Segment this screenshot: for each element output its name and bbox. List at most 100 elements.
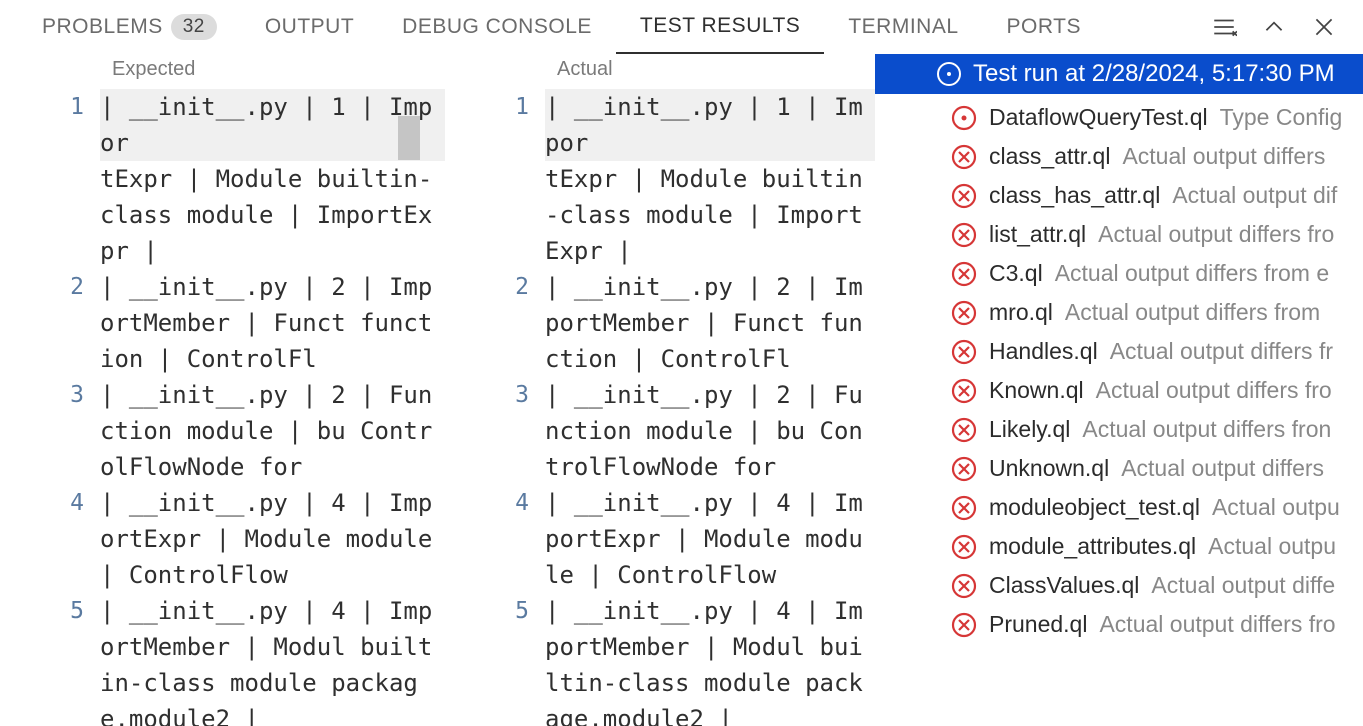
test-run-pane: Test run at 2/28/2024, 5:17:30 PM Datafl… — [875, 54, 1363, 726]
test-result-row[interactable]: DataflowQueryTest.ql Type Config — [875, 98, 1363, 137]
code-line: 4| __init__.py | 4 | ImportExpr | Module… — [445, 485, 875, 593]
test-fail-icon — [951, 573, 977, 599]
code-line: 4| __init__.py | 4 | ImportExpr | Module… — [0, 485, 445, 593]
close-icon[interactable] — [1311, 14, 1337, 40]
code-text: | __init__.py | 4 | ImportMember | Modul… — [545, 593, 875, 726]
code-line: 1| __init__.py | 1 | ImportExpr | Module… — [445, 89, 875, 269]
test-name: module_attributes.ql — [989, 533, 1196, 560]
test-fail-icon — [951, 612, 977, 638]
run-status-icon — [937, 62, 961, 86]
test-message: Actual output differs fro — [1099, 611, 1335, 638]
test-message: Actual output dif — [1172, 182, 1337, 209]
test-result-row[interactable]: moduleobject_test.ql Actual outpu — [875, 488, 1363, 527]
test-fail-icon — [951, 144, 977, 170]
test-fail-icon — [951, 300, 977, 326]
test-fail-icon — [951, 534, 977, 560]
test-message: Actual output differs — [1122, 143, 1325, 170]
test-result-row[interactable]: Pruned.ql Actual output differs fro — [875, 605, 1363, 644]
code-line: 1| __init__.py | 1 | ImportExpr | Module… — [0, 89, 445, 269]
test-message: Actual output differs from — [1065, 299, 1320, 326]
line-number: 5 — [445, 593, 545, 726]
test-name: moduleobject_test.ql — [989, 494, 1200, 521]
tab-label: TERMINAL — [848, 15, 958, 39]
test-name: Known.ql — [989, 377, 1084, 404]
test-message: Actual outpu — [1208, 533, 1336, 560]
line-number: 1 — [0, 89, 100, 269]
test-result-row[interactable]: Likely.ql Actual output differs fron — [875, 410, 1363, 449]
tab-label: PROBLEMS — [42, 15, 163, 39]
test-message: Actual output differs fro — [1098, 221, 1334, 248]
code-text: | __init__.py | 1 | ImportExpr | Module … — [100, 89, 445, 269]
tab-output[interactable]: OUTPUT — [241, 0, 378, 54]
tab-label: TEST RESULTS — [640, 14, 800, 38]
panel-tab-bar: PROBLEMS 32 OUTPUT DEBUG CONSOLE TEST RE… — [0, 0, 1363, 54]
tab-problems[interactable]: PROBLEMS 32 — [18, 0, 241, 54]
test-result-row[interactable]: mro.ql Actual output differs from — [875, 293, 1363, 332]
test-fail-icon — [951, 456, 977, 482]
test-fail-icon — [951, 495, 977, 521]
test-fail-icon — [951, 417, 977, 443]
line-number: 4 — [0, 485, 100, 593]
test-name: list_attr.ql — [989, 221, 1086, 248]
tab-debug-console[interactable]: DEBUG CONSOLE — [378, 0, 616, 54]
test-message: Type Config — [1220, 104, 1343, 131]
line-number: 5 — [0, 593, 100, 726]
test-fail-icon — [951, 183, 977, 209]
test-name: DataflowQueryTest.ql — [989, 104, 1208, 131]
code-line: 3| __init__.py | 2 | Function module | b… — [445, 377, 875, 485]
code-line: 2| __init__.py | 2 | ImportMember | Func… — [0, 269, 445, 377]
chevron-up-icon[interactable] — [1261, 14, 1287, 40]
actual-code[interactable]: 1| __init__.py | 1 | ImportExpr | Module… — [445, 89, 875, 726]
tab-ports[interactable]: PORTS — [983, 0, 1105, 54]
show-history-icon[interactable] — [1211, 14, 1237, 40]
test-message: Actual output differs from e — [1055, 260, 1329, 287]
tab-label: OUTPUT — [265, 15, 354, 39]
test-result-row[interactable]: class_has_attr.ql Actual output dif — [875, 176, 1363, 215]
code-text: | __init__.py | 2 | Function module | bu… — [100, 377, 445, 485]
line-number: 3 — [445, 377, 545, 485]
tab-terminal[interactable]: TERMINAL — [824, 0, 982, 54]
test-result-row[interactable]: module_attributes.ql Actual outpu — [875, 527, 1363, 566]
test-message: Actual output differs fron — [1082, 416, 1331, 443]
test-fail-icon — [951, 222, 977, 248]
line-number: 3 — [0, 377, 100, 485]
line-number: 2 — [0, 269, 100, 377]
line-number: 1 — [445, 89, 545, 269]
test-result-row[interactable]: Handles.ql Actual output differs fr — [875, 332, 1363, 371]
test-message: Actual output differs fr — [1110, 338, 1333, 365]
test-result-row[interactable]: C3.ql Actual output differs from e — [875, 254, 1363, 293]
test-name: C3.ql — [989, 260, 1043, 287]
code-text: | __init__.py | 1 | ImportExpr | Module … — [545, 89, 875, 269]
tab-label: DEBUG CONSOLE — [402, 15, 592, 39]
run-title: Test run at 2/28/2024, 5:17:30 PM — [973, 60, 1335, 88]
test-result-row[interactable]: ClassValues.ql Actual output diffe — [875, 566, 1363, 605]
test-message: Actual output diffe — [1151, 572, 1335, 599]
test-message: Actual outpu — [1212, 494, 1340, 521]
problems-count-badge: 32 — [171, 14, 217, 40]
test-result-row[interactable]: class_attr.ql Actual output differs — [875, 137, 1363, 176]
test-message: Actual output differs — [1121, 455, 1324, 482]
test-result-row[interactable]: Known.ql Actual output differs fro — [875, 371, 1363, 410]
code-line: 2| __init__.py | 2 | ImportMember | Func… — [445, 269, 875, 377]
code-text: | __init__.py | 4 | ImportMember | Modul… — [100, 593, 445, 726]
code-line: 5| __init__.py | 4 | ImportMember | Modu… — [0, 593, 445, 726]
test-run-header[interactable]: Test run at 2/28/2024, 5:17:30 PM — [875, 54, 1363, 94]
code-text: | __init__.py | 2 | ImportMember | Funct… — [545, 269, 875, 377]
tab-label: PORTS — [1007, 15, 1081, 39]
test-message: Actual output differs fro — [1096, 377, 1332, 404]
diff-expected-pane: Expected 1| __init__.py | 1 | ImportExpr… — [0, 54, 445, 726]
test-result-row[interactable]: list_attr.ql Actual output differs fro — [875, 215, 1363, 254]
test-fail-icon — [951, 378, 977, 404]
vertical-scrollbar[interactable] — [398, 116, 420, 160]
code-text: | __init__.py | 4 | ImportExpr | Module … — [100, 485, 445, 593]
test-name: Pruned.ql — [989, 611, 1087, 638]
test-results-content: Expected 1| __init__.py | 1 | ImportExpr… — [0, 54, 1363, 726]
expected-code[interactable]: 1| __init__.py | 1 | ImportExpr | Module… — [0, 89, 445, 726]
test-result-row[interactable]: Unknown.ql Actual output differs — [875, 449, 1363, 488]
test-name: Unknown.ql — [989, 455, 1109, 482]
tab-test-results[interactable]: TEST RESULTS — [616, 0, 824, 54]
code-text: | __init__.py | 4 | ImportExpr | Module … — [545, 485, 875, 593]
diff-actual-pane: Actual 1| __init__.py | 1 | ImportExpr |… — [445, 54, 875, 726]
test-fail-icon — [951, 339, 977, 365]
panel-actions — [1211, 14, 1345, 40]
